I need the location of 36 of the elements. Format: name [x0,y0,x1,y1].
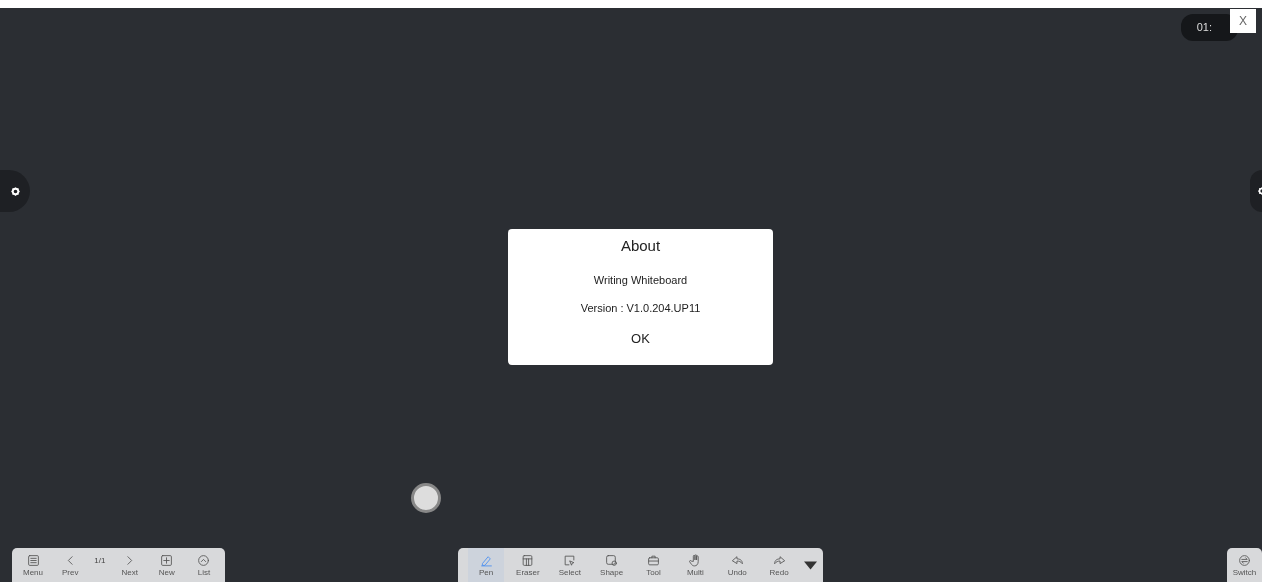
list-button[interactable]: List [191,548,217,582]
tool-button[interactable]: Select [551,548,588,582]
switch-button[interactable]: Switch [1227,548,1262,582]
version-text: Version : V1.0.204.UP11 [579,301,702,316]
floating-ball[interactable] [411,483,441,513]
next-button[interactable]: Next [116,548,143,582]
menu-button[interactable]: Menu [20,548,46,582]
redo-icon [772,553,786,567]
hand-icon [688,553,702,567]
tool-button[interactable]: Multi [677,548,714,582]
page-counter: 1/1 [94,555,106,567]
eraser-icon [521,553,535,567]
side-panel-handle[interactable] [1250,170,1262,212]
swap-icon [1238,553,1251,567]
pen-icon [479,553,493,567]
list-icon [26,553,40,567]
chevron-up-circle-icon [197,553,211,567]
side-panel-handle[interactable] [0,170,30,212]
shape-icon [605,553,619,567]
tool-button[interactable]: Pen [468,548,504,582]
tool-button[interactable]: Tool [635,548,672,582]
tool-button[interactable]: Redo [761,548,798,582]
tool-button[interactable]: Undo [719,548,756,582]
undo-icon [730,553,744,567]
gear-icon [9,185,21,197]
ok-button[interactable]: OK [621,326,660,350]
dialog-title: About [619,236,662,256]
toolbox-icon [647,553,660,567]
tool-button[interactable]: Eraser [509,548,546,582]
close-button[interactable]: X [1230,9,1256,33]
tool-button[interactable]: Shape [593,548,630,582]
prev-button[interactable]: Prev [57,548,84,582]
app-name: Writing Whiteboard [592,272,689,288]
new-button[interactable]: New [153,548,180,582]
add-icon [160,553,174,567]
cursor-icon [563,553,577,567]
